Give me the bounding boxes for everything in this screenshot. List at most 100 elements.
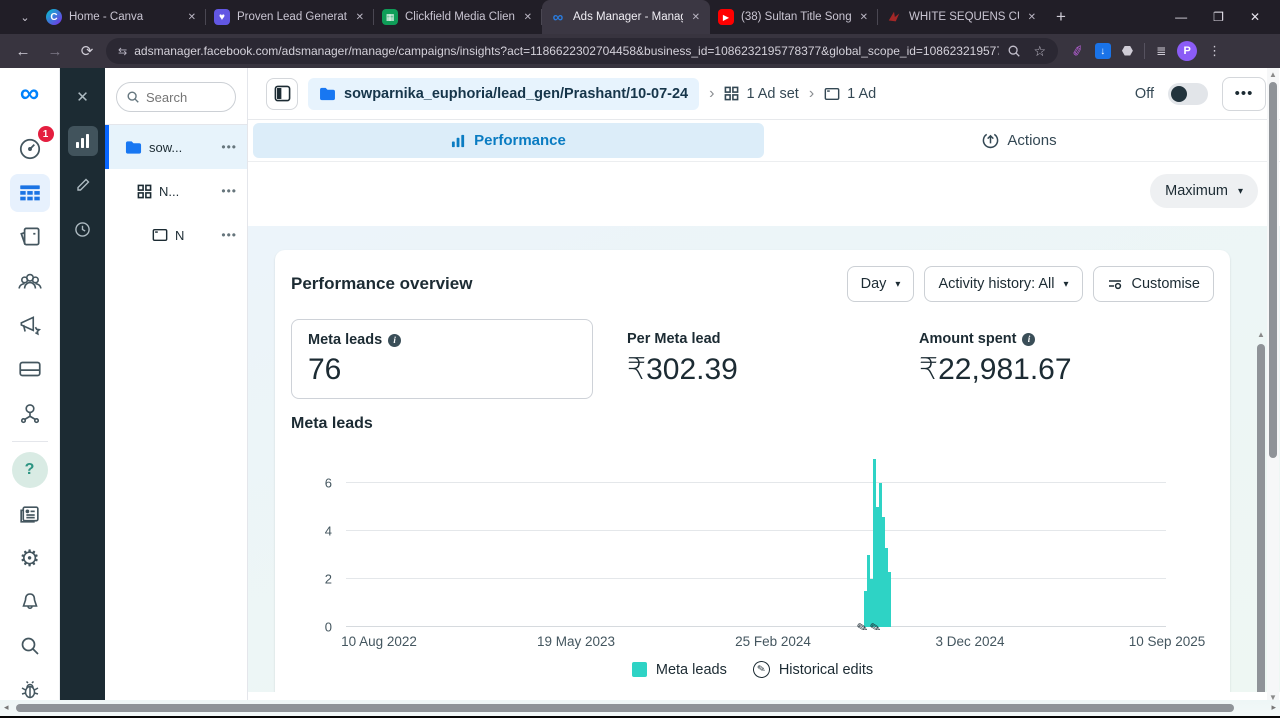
tab-close-icon[interactable]: ✕ [186, 10, 198, 25]
bookmark-star-icon[interactable]: ☆ [1033, 43, 1046, 60]
tab-close-icon[interactable]: ✕ [354, 10, 366, 25]
back-button[interactable]: ← [10, 43, 36, 60]
meta-logo[interactable]: ∞ [20, 78, 39, 109]
tab-close-icon[interactable]: ✕ [1026, 10, 1038, 25]
browser-menu-icon[interactable]: ⋮ [1208, 43, 1221, 59]
tree-item-label: N... [159, 183, 180, 199]
site-info-icon[interactable]: ⇆ [118, 45, 127, 58]
address-bar[interactable]: ⇆ adsmanager.facebook.com/adsmanager/man… [106, 38, 1058, 64]
activity-history-dropdown[interactable]: Activity history: All ▾ [924, 266, 1083, 302]
metric-per-meta-lead[interactable]: Per Meta lead ₹302.39 [611, 319, 903, 399]
canva-favicon: C [46, 9, 62, 25]
breadcrumb-adset[interactable]: 1 Ad set [724, 85, 799, 102]
new-tab-button[interactable]: + [1056, 7, 1066, 27]
tree-item-menu-icon[interactable]: ••• [221, 184, 237, 198]
tab-canva[interactable]: C Home - Canva ✕ [38, 0, 206, 34]
tree-item-menu-icon[interactable]: ••• [221, 140, 237, 154]
tree-item-campaign[interactable]: sow... ••• [105, 125, 247, 169]
tab-ads-manager-active[interactable]: ∞ Ads Manager - Manage ad ✕ [542, 0, 710, 34]
tab-label: Ads Manager - Manage ad [573, 11, 683, 23]
ad-frame-icon [824, 87, 840, 100]
tree-item-label: N [175, 227, 185, 243]
inner-scrollbar[interactable]: ▲ [1256, 330, 1266, 692]
sidebar-item-advertise[interactable] [10, 306, 50, 344]
day-dropdown[interactable]: Day ▾ [846, 266, 915, 302]
sidebar-item-updates[interactable] [10, 495, 50, 533]
chevron-right-icon: › [709, 84, 715, 102]
tab-actions-label: Actions [1007, 132, 1057, 149]
caret-down-icon: ▾ [895, 278, 901, 290]
tree-search[interactable] [116, 82, 236, 112]
settings-icon[interactable]: ⚙ [10, 539, 50, 577]
tree-item-ad[interactable]: N ••• [105, 213, 247, 257]
breadcrumb-header: sowparnika_euphoria/lead_gen/Prashant/10… [248, 68, 1280, 120]
adset-crumb-label: 1 Ad set [746, 85, 799, 102]
horizontal-scrollbar[interactable]: ◂ ▸ [0, 700, 1280, 716]
y-axis-labels: 0 2 4 6 [291, 457, 339, 635]
info-icon[interactable]: i [1022, 332, 1036, 346]
extensions-puzzle-icon[interactable]: ⬣ [1122, 43, 1133, 59]
tab-actions[interactable]: Actions [764, 123, 1275, 158]
feather-extension-icon[interactable]: ✐ [1070, 41, 1086, 60]
tab-close-icon[interactable]: ✕ [690, 10, 702, 25]
activity-label: Activity history: All [938, 276, 1055, 292]
tab-label: (38) Sultan Title Song | Sal [741, 11, 851, 23]
campaign-path: sowparnika_euphoria/lead_gen/Prashant/10… [344, 85, 689, 102]
tab-white-sequens[interactable]: WHITE SEQUENS CUTDAN ✕ [878, 0, 1046, 34]
forward-button[interactable]: → [42, 43, 68, 60]
tab-search-icon[interactable]: ⌄ [12, 4, 38, 30]
tab-close-icon[interactable]: ✕ [858, 10, 870, 25]
tab-youtube[interactable]: ▶ (38) Sultan Title Song | Sal ✕ [710, 0, 878, 34]
more-options-button[interactable]: ••• [1222, 76, 1266, 111]
tab-performance[interactable]: Performance [253, 123, 764, 158]
notifications-bell-icon[interactable] [10, 583, 50, 621]
media-controls-icon[interactable]: ≣ [1156, 44, 1166, 58]
restore-button[interactable]: ❐ [1213, 10, 1224, 24]
customise-button[interactable]: Customise [1092, 266, 1214, 302]
reload-button[interactable]: ⟳ [74, 42, 100, 60]
toggle-sidepanel-button[interactable] [266, 77, 298, 110]
sidebar-item-billing[interactable] [10, 350, 50, 388]
card-title: Performance overview [291, 274, 473, 293]
metric-label: Per Meta lead [627, 331, 721, 347]
sidebar-item-campaigns[interactable] [9, 174, 50, 212]
profile-avatar[interactable]: P [1177, 41, 1198, 61]
extension-icons: ✐ ↓ ⬣ ≣ P ⋮ [1070, 41, 1221, 61]
maximum-dropdown[interactable]: Maximum ▾ [1150, 174, 1258, 208]
sidebar-item-business-tools[interactable] [10, 394, 50, 432]
tree-item-menu-icon[interactable]: ••• [221, 228, 237, 242]
notification-badge: 1 [37, 126, 54, 142]
close-window-button[interactable]: ✕ [1250, 10, 1260, 24]
performance-charts-icon[interactable] [67, 126, 98, 156]
sidebar-item-ads-reporting[interactable] [10, 218, 50, 256]
sheets-favicon: ▦ [382, 9, 398, 25]
day-label: Day [860, 276, 887, 292]
metric-amount-spent[interactable]: Amount spent i ₹22,981.67 [903, 319, 1088, 399]
edit-pencil-icon[interactable] [68, 170, 98, 200]
x-tick-label: 3 Dec 2024 [935, 634, 1005, 649]
metric-meta-leads[interactable]: Meta leads i 76 [291, 319, 593, 399]
page-scrollbar[interactable]: ▲ ▼ [1267, 68, 1279, 704]
help-button[interactable]: ? [11, 452, 48, 488]
close-panel-icon[interactable]: ✕ [68, 82, 98, 112]
search-sidebar-icon[interactable] [10, 627, 50, 665]
zoom-icon[interactable] [1007, 44, 1021, 58]
breadcrumb-ad[interactable]: 1 Ad [824, 86, 876, 102]
tab-clickfield-sheet[interactable]: ▦ Clickfield Media Clients - G ✕ [374, 0, 542, 34]
minimize-button[interactable]: — [1175, 10, 1187, 24]
sidebar-item-account-overview[interactable]: 1 [10, 126, 54, 168]
sidebar-item-audiences[interactable] [10, 262, 50, 300]
download-extension-icon[interactable]: ↓ [1094, 43, 1111, 59]
ad-status-toggle[interactable] [1168, 82, 1208, 105]
breadcrumb-campaign[interactable]: sowparnika_euphoria/lead_gen/Prashant/10… [308, 77, 700, 110]
meta-favicon: ∞ [552, 8, 564, 26]
meta-leads-bar[interactable] [888, 571, 891, 627]
proven-favicon: ♥ [214, 9, 230, 25]
main-panel: sowparnika_euphoria/lead_gen/Prashant/10… [248, 68, 1280, 718]
search-input[interactable] [146, 89, 226, 105]
tab-close-icon[interactable]: ✕ [522, 10, 534, 25]
tree-item-adset[interactable]: N... ••• [105, 169, 247, 213]
info-icon[interactable]: i [388, 333, 402, 347]
history-clock-icon[interactable] [68, 214, 98, 244]
tab-proven-lead[interactable]: ♥ Proven Lead Generation St ✕ [206, 0, 374, 34]
